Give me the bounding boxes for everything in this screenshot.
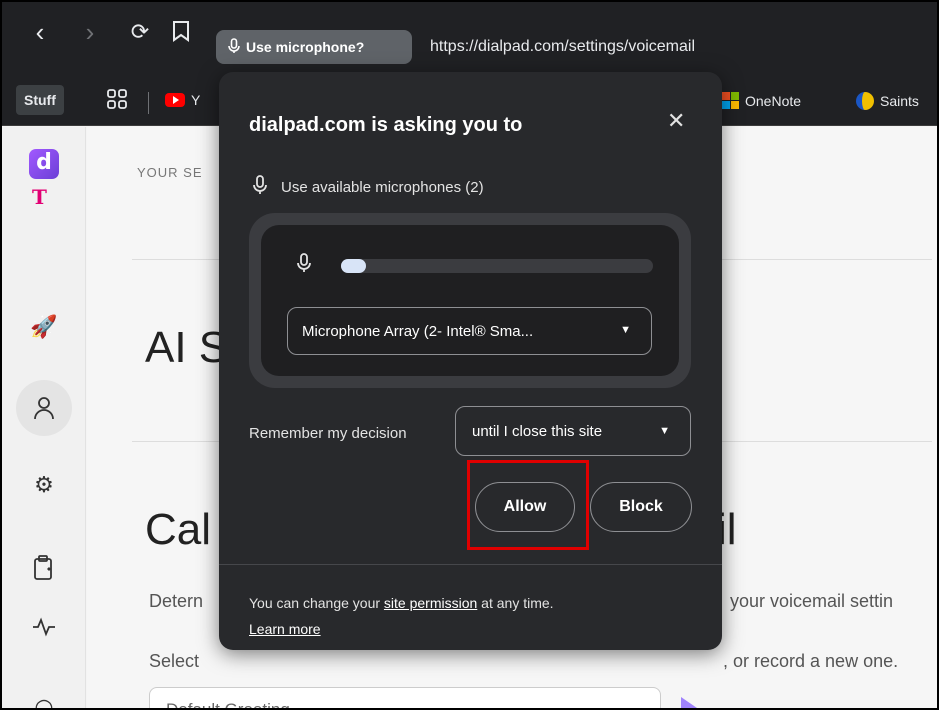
play-triangle-icon[interactable] [681,697,697,708]
address-bar-url[interactable]: https://dialpad.com/settings/voicemail [430,38,695,56]
select-instruction-right: , or record a new one. [723,651,899,671]
apps-grid-icon[interactable] [106,88,128,110]
youtube-icon [165,93,185,107]
app-sidebar: d T 🚀 ⚙ ◠ [2,127,86,708]
permission-request: Use available microphones (2) [253,175,484,199]
screenshot-frame: ‹ › ⟳ Use microphone? https://dialpad.co… [0,0,939,710]
greeting-dropdown[interactable]: Default Greeting [149,687,661,708]
dialpad-logo-icon[interactable]: d [29,149,59,179]
permission-chip-label: Use microphone? [246,39,365,55]
call-heading: Cal [145,505,212,554]
microphone-icon [228,37,240,57]
mic-level-meter [341,259,653,273]
highlight-box [467,460,589,550]
bookmark-stuff[interactable]: Stuff [16,85,64,115]
learn-more-link[interactable]: Learn more [249,621,321,637]
bookmark-youtube[interactable]: Y [165,92,200,108]
mic-level-fill [341,259,366,273]
section-label: YOUR SE [137,165,203,180]
browser-toolbar: ‹ › ⟳ Use microphone? https://dialpad.co… [2,2,937,76]
bookmark-separator [148,92,149,114]
back-icon[interactable]: ‹ [26,19,54,45]
saints-icon [856,92,874,110]
dropdown-caret-icon: ▼ [620,324,631,336]
reload-icon[interactable]: ⟳ [126,20,154,44]
microphone-icon [253,175,267,199]
profile-icon-active[interactable] [16,380,72,436]
dropdown-caret-icon: ▼ [659,425,670,437]
select-instruction-left: Select [149,651,200,671]
bookmark-onenote[interactable]: OneNote [722,92,801,109]
partial-bottom-icon[interactable]: ◠ [29,692,59,708]
block-button[interactable]: Block [590,482,692,532]
activity-pulse-icon[interactable] [29,615,59,645]
close-icon[interactable]: ✕ [667,108,685,134]
permission-chip[interactable]: Use microphone? [216,30,412,64]
microphone-icon [297,253,311,278]
dialog-title: dialpad.com is asking you to [249,114,523,136]
forward-icon[interactable]: › [76,19,104,45]
permission-dialog: dialpad.com is asking you to ✕ Use avail… [219,72,722,650]
remember-duration-select[interactable]: until I close this site ▼ [455,406,691,456]
description-right: your voicemail settin [730,591,894,611]
bookmark-icon[interactable] [167,20,195,45]
dialog-footer: You can change your site permission at a… [249,595,554,637]
remember-label: Remember my decision [249,425,407,442]
microsoft-icon [722,92,739,109]
dialog-divider [219,564,722,565]
bookmark-saints[interactable]: Saints [856,92,919,110]
description-left: Detern [149,591,204,611]
rocket-icon[interactable]: 🚀 [29,312,59,342]
microphone-select[interactable]: Microphone Array (2- Intel® Sma... ▼ [287,307,652,355]
settings-gear-icon[interactable]: ⚙ [29,470,59,500]
site-permission-link[interactable]: site permission [384,595,477,611]
ai-heading: AI S [145,323,229,372]
microphone-preview-inner: Microphone Array (2- Intel® Sma... ▼ [261,225,679,376]
clipboard-sparkle-icon[interactable] [29,555,59,585]
tmobile-icon: T [32,185,47,209]
microphone-preview-box: Microphone Array (2- Intel® Sma... ▼ [249,213,691,388]
